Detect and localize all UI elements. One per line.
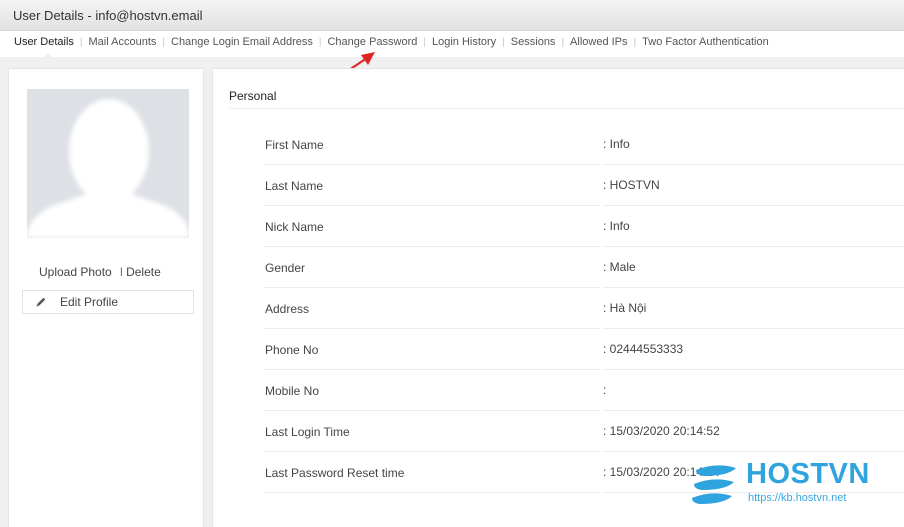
detail-value: : Info <box>603 209 904 247</box>
detail-value: : Hà Nội <box>603 291 904 329</box>
detail-row-nick-name: Nick Name : Info <box>265 209 904 250</box>
detail-value: : HOSTVN <box>603 168 904 206</box>
detail-value: : <box>603 373 904 411</box>
tab-change-login-email[interactable]: Change Login Email Address <box>171 36 313 48</box>
avatar[interactable] <box>27 89 189 238</box>
tab-allowed-ips[interactable]: Allowed IPs <box>570 36 627 48</box>
tab-separator: | <box>318 36 322 48</box>
detail-row-address: Address : Hà Nội <box>265 291 904 332</box>
tab-separator: | <box>561 36 565 48</box>
edit-profile-label: Edit Profile <box>60 295 119 309</box>
pencil-icon <box>36 297 46 307</box>
detail-label: Nick Name <box>265 209 599 247</box>
detail-label: First Name <box>265 127 599 165</box>
delete-photo-link[interactable]: Delete <box>126 265 161 279</box>
watermark-brand: HOSTVN <box>746 458 870 490</box>
watermark-url: https://kb.hostvn.net <box>748 492 847 504</box>
tab-login-history[interactable]: Login History <box>432 36 496 48</box>
tab-separator: | <box>423 36 426 48</box>
detail-value: : 02444553333 <box>603 332 904 370</box>
detail-label: Phone No <box>265 332 599 370</box>
section-title: Personal <box>229 89 277 103</box>
tab-two-factor-auth[interactable]: Two Factor Authentication <box>642 36 769 48</box>
tab-separator: | <box>79 36 83 48</box>
action-separator: I <box>119 265 124 279</box>
window-titlebar: User Details - info@hostvn.email <box>0 0 904 31</box>
section-divider <box>229 108 904 109</box>
tab-separator: | <box>633 36 637 48</box>
detail-value: : 15/03/2020 20:14:52 <box>603 414 904 452</box>
detail-row-last-name: Last Name : HOSTVN <box>265 168 904 209</box>
tab-separator: | <box>162 36 165 48</box>
upload-photo-link[interactable]: Upload Photo <box>39 265 112 279</box>
tab-separator: | <box>502 36 505 48</box>
edit-profile-button[interactable]: Edit Profile <box>22 290 194 314</box>
tab-sessions[interactable]: Sessions <box>511 36 556 48</box>
detail-label: Last Name <box>265 168 599 206</box>
tab-mail-accounts[interactable]: Mail Accounts <box>89 36 157 48</box>
detail-row-first-name: First Name : Info <box>265 127 904 168</box>
tab-bar: User Details | Mail Accounts | Change Lo… <box>0 31 904 59</box>
detail-value: : Info <box>603 127 904 165</box>
window-title: User Details - info@hostvn.email <box>13 8 203 23</box>
detail-value: : Male <box>603 250 904 288</box>
detail-label: Gender <box>265 250 599 288</box>
detail-row-phone: Phone No : 02444553333 <box>265 332 904 373</box>
tab-change-password[interactable]: Change Password <box>327 36 417 48</box>
detail-label: Last Login Time <box>265 414 599 452</box>
profile-panel: Upload Photo I Delete Edit Profile <box>8 68 204 527</box>
hostvn-watermark: HOSTVN https://kb.hostvn.net <box>690 458 900 510</box>
user-silhouette-icon <box>27 99 189 238</box>
detail-row-gender: Gender : Male <box>265 250 904 291</box>
detail-row-mobile: Mobile No : <box>265 373 904 414</box>
hostvn-logo-icon <box>692 465 736 504</box>
detail-label: Mobile No <box>265 373 599 411</box>
tab-user-details[interactable]: User Details <box>14 36 74 59</box>
detail-label: Last Password Reset time <box>265 455 599 493</box>
detail-label: Address <box>265 291 599 329</box>
detail-row-last-login: Last Login Time : 15/03/2020 20:14:52 <box>265 414 904 455</box>
